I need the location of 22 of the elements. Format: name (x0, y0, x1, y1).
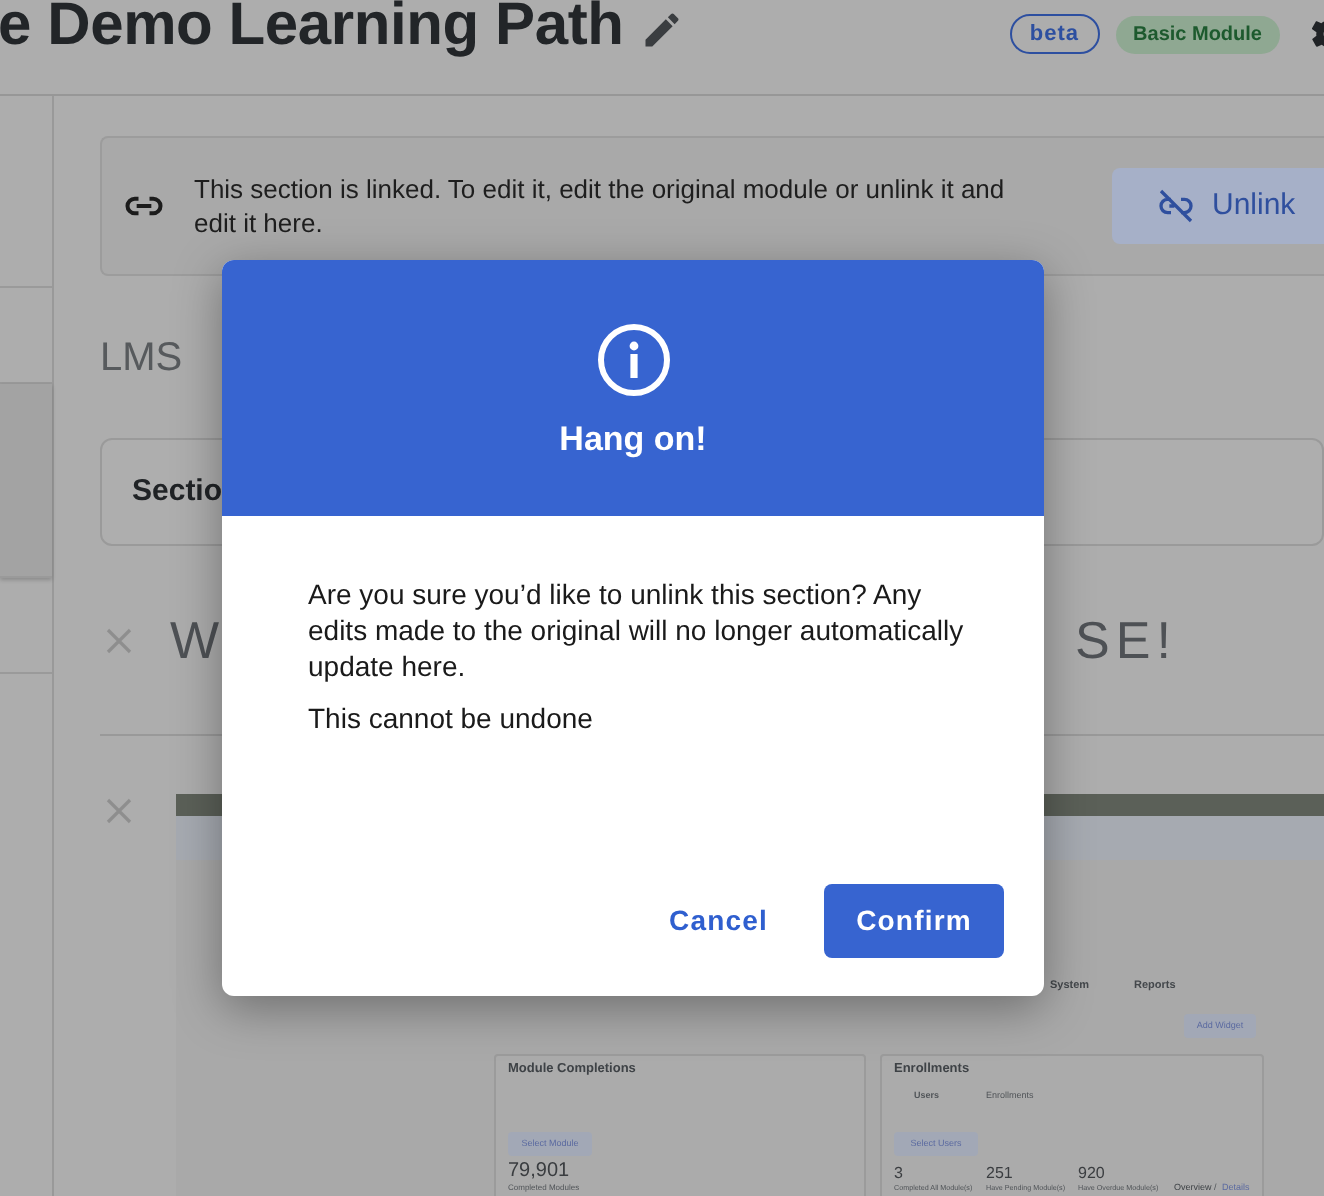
stat-value: 79,901 (508, 1158, 570, 1184)
dialog-note: This cannot be undone (308, 700, 595, 736)
badge: Basic Module (1115, 15, 1280, 53)
unlink-button[interactable]: Unlink (1112, 168, 1324, 244)
sidebar-item[interactable] (0, 384, 52, 578)
page-title: e Demo Learning Path (0, 0, 624, 62)
info-icon (595, 322, 671, 399)
heading-text: W (170, 607, 226, 673)
confirm-button[interactable]: Confirm (824, 884, 1004, 958)
banner-message: This section is linked. To edit it, edit the original module or unlink it and edit it here. (194, 172, 1007, 240)
close-icon[interactable] (104, 796, 134, 826)
dialog-title: Hang on! (559, 418, 707, 463)
heading-text: SE! (1075, 607, 1177, 673)
stat-value: 3 (894, 1162, 903, 1185)
stat-value: 920 (1078, 1162, 1105, 1184)
section-title: LMS (100, 334, 183, 376)
close-icon[interactable] (104, 625, 134, 655)
unlink-icon (1156, 186, 1196, 226)
dialog-message: Are you sure you’d like to unlink this section? Any edits made to the original will no longer automatically update here. (308, 576, 964, 684)
badge: beta (1009, 13, 1100, 55)
cancel-button[interactable]: Cancel (648, 884, 788, 958)
stat-value: 251 (986, 1162, 1013, 1184)
